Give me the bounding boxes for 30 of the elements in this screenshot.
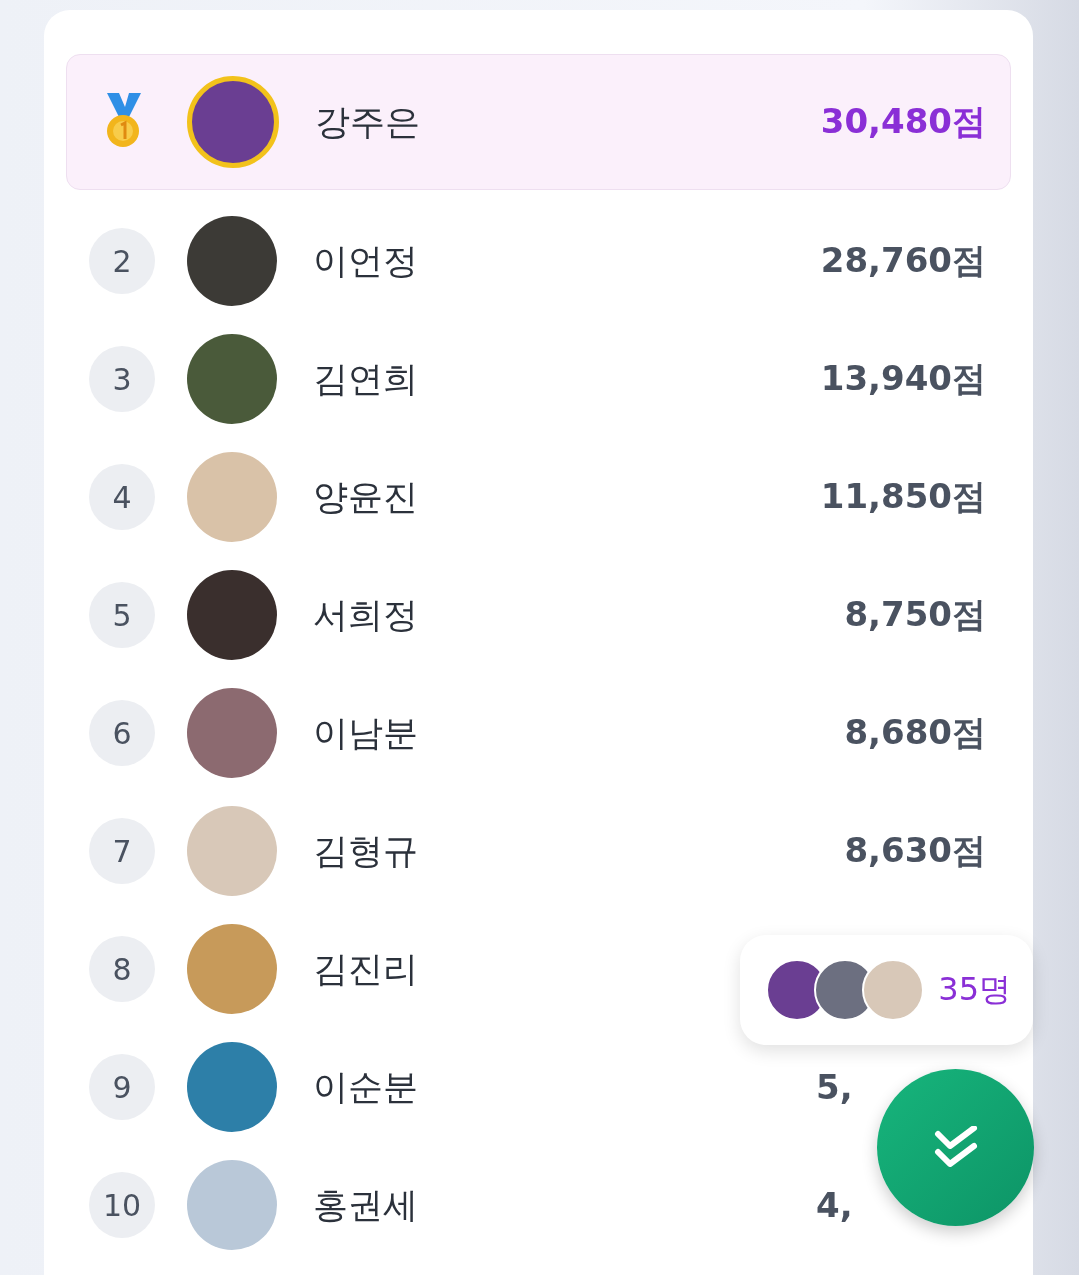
user-name: 홍권세 [313,1183,419,1227]
score: 8,680점 [844,711,986,754]
rank-number: 2 [89,228,155,294]
score: 5, [816,1067,853,1107]
score: 4, [816,1185,853,1225]
score: 13,940점 [820,357,986,400]
score: 11,850점 [820,475,986,518]
score: 30,480점 [820,100,986,143]
user-name: 강주은 [315,100,421,144]
user-name: 이언정 [313,239,419,283]
rank-number: 5 [89,582,155,648]
score: 8,630점 [844,829,986,872]
rank-number: 6 [89,700,155,766]
rank-number: 4 [89,464,155,530]
user-name: 이순분 [313,1065,419,1109]
score: 8,750점 [844,593,986,636]
user-name: 이남분 [313,711,419,755]
rank-number: 7 [89,818,155,884]
participants-popover[interactable]: 35명 [740,935,1033,1045]
rank-number: 10 [89,1172,155,1238]
user-name: 서희정 [313,593,419,637]
user-name: 양윤진 [313,475,419,519]
user-name: 김진리 [313,947,419,991]
participant-count: 35명 [938,969,1011,1010]
rank-number: 9 [89,1054,155,1120]
user-name: 김연희 [313,357,419,401]
rank-number: 3 [89,346,155,412]
rank-number: 8 [89,936,155,1002]
user-name: 김형규 [313,829,419,873]
score: 28,760점 [820,239,986,282]
